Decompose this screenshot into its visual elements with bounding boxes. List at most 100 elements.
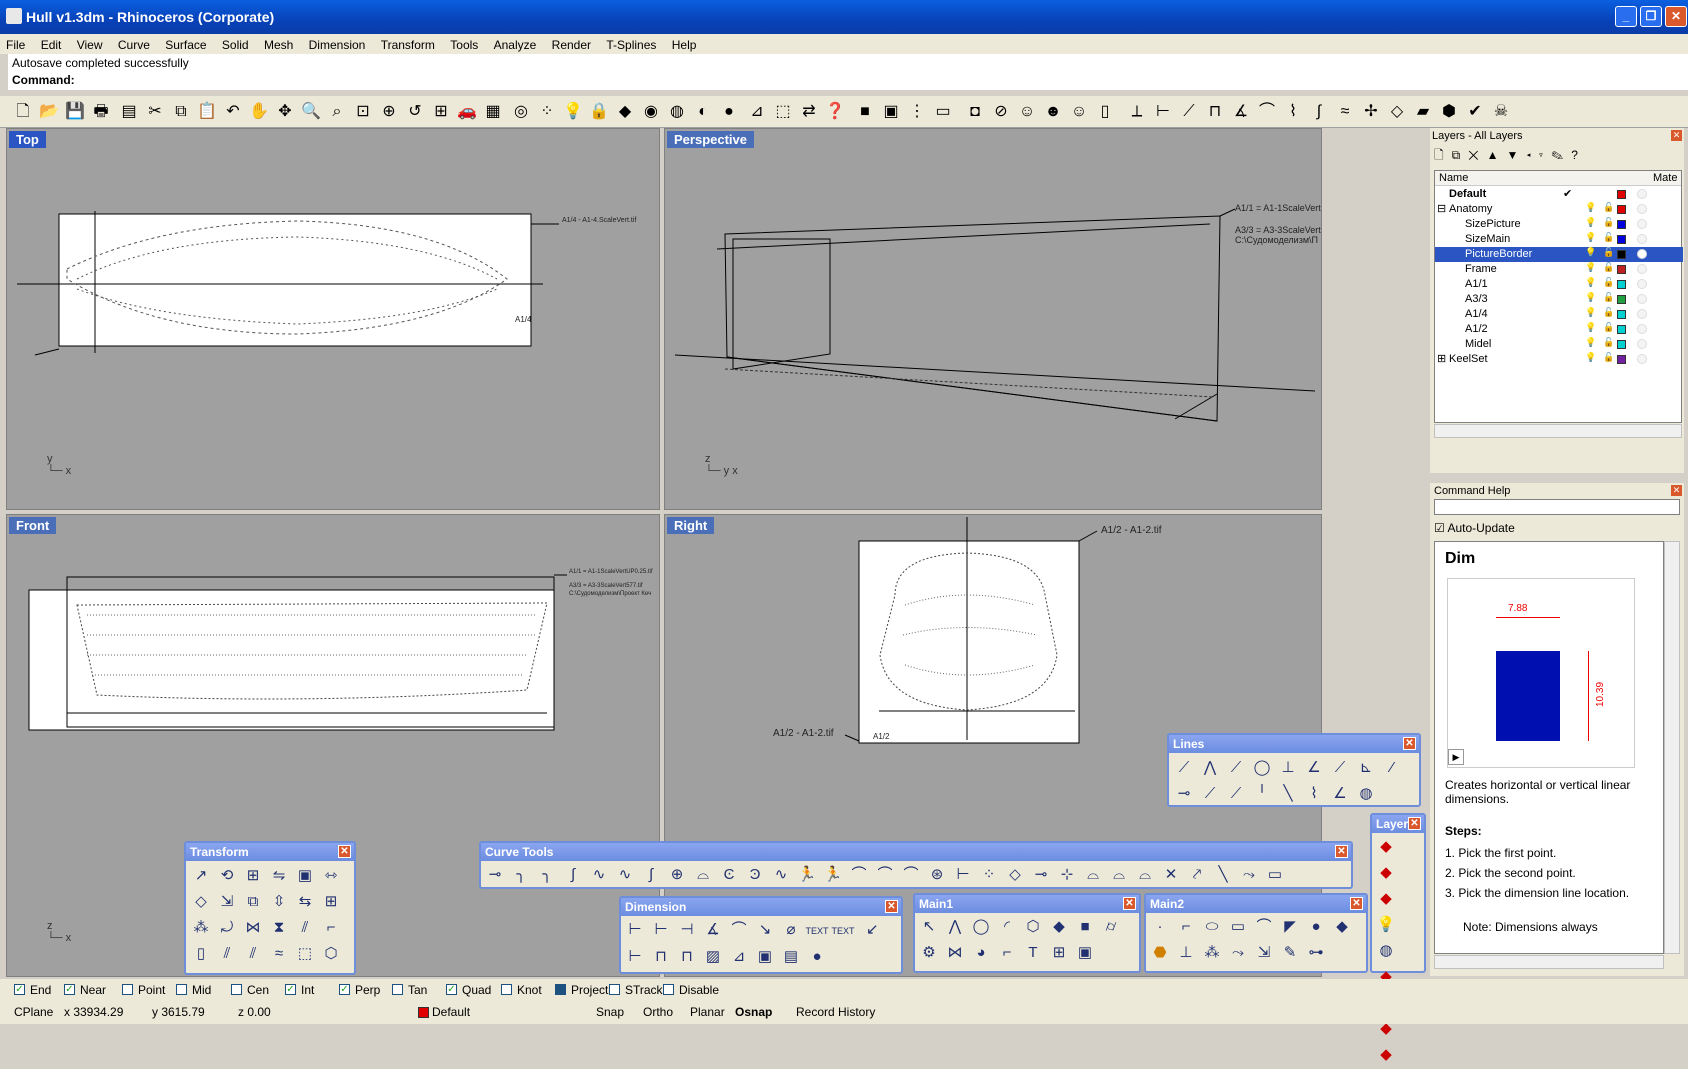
osnap-toggle[interactable]: Osnap <box>735 1005 772 1019</box>
layer-color-swatch[interactable] <box>1617 235 1626 244</box>
rectangle-icon[interactable]: ▭ <box>1225 914 1251 940</box>
curve-interp-icon[interactable]: ⌒ <box>1251 914 1277 940</box>
rebuild-icon[interactable]: ∿ <box>768 862 794 888</box>
point-line-icon[interactable]: ╵ <box>1249 781 1275 807</box>
angle-icon[interactable]: ∡ <box>1230 101 1252 123</box>
layer-visible-icon[interactable]: 💡 <box>1585 202 1596 213</box>
layer-visible-icon[interactable]: 💡 <box>1585 217 1596 228</box>
text-icon[interactable]: TEXT <box>804 918 830 944</box>
dim-baseline-icon[interactable]: ⊓ <box>648 944 674 970</box>
copy-icon[interactable]: ⧉ <box>240 889 266 915</box>
edit-icon[interactable]: ✎ <box>1277 940 1303 966</box>
osnap-mid-checkbox[interactable] <box>176 984 187 995</box>
dim-linear-icon[interactable]: ⊢ <box>622 917 648 943</box>
sweep-icon[interactable]: ⌐ <box>994 940 1020 966</box>
check-icon[interactable]: ✔ <box>1464 101 1486 123</box>
align-icon[interactable]: ⇆ <box>292 889 318 915</box>
layers-hscrollbar[interactable] <box>1434 424 1682 438</box>
command-help-search[interactable] <box>1434 499 1680 515</box>
save-icon[interactable]: 💾 <box>64 101 86 123</box>
layer-row[interactable]: A1/2 💡 🔓 <box>1435 322 1683 337</box>
fair-icon[interactable]: ⌒ <box>898 862 924 888</box>
box3d-icon[interactable]: ⬢ <box>1438 101 1460 123</box>
cylinder-icon[interactable]: ⌭ <box>1098 914 1124 940</box>
chamfer-icon[interactable]: ╮ <box>534 862 560 888</box>
line-icon[interactable]: ⟋ <box>1178 101 1200 123</box>
polar-array-icon[interactable]: ⁂ <box>188 915 214 941</box>
rotate-view-icon[interactable]: ✥ <box>274 101 296 123</box>
scale-icon[interactable]: ⇲ <box>1251 940 1277 966</box>
plane-surface-icon[interactable]: ◆ <box>1329 914 1355 940</box>
grid-icon[interactable]: ▦ <box>482 101 504 123</box>
menu-render[interactable]: Render <box>546 34 597 52</box>
curve-tools-close-icon[interactable]: ✕ <box>1335 845 1348 858</box>
layer-lock-icon[interactable]: 🔓 <box>1603 202 1614 213</box>
layer-set-icon[interactable]: ◆ <box>1373 834 1399 860</box>
diagonal-icon[interactable]: ╲ <box>1275 781 1301 807</box>
arc-icon[interactable]: ◜ <box>994 914 1020 940</box>
face2-icon[interactable]: ☻ <box>1042 101 1064 123</box>
layer-color-swatch[interactable] <box>1617 295 1626 304</box>
layer-visible-icon[interactable]: 💡 <box>1585 322 1596 333</box>
viewport-top[interactable]: Top A1/4 - A1-4.ScaleVert.tif A1/4 y └─ x <box>6 128 660 510</box>
menu-tools[interactable]: Tools <box>444 34 484 52</box>
dim-diameter-icon[interactable]: ⌀ <box>778 917 804 943</box>
split-icon[interactable]: ⬣ <box>1147 940 1173 966</box>
scale-icon[interactable]: ⇲ <box>214 889 240 915</box>
layer-color-swatch[interactable] <box>1617 220 1626 229</box>
angled-line-icon[interactable]: ⟋ <box>1327 755 1353 781</box>
curve-line-icon[interactable]: ∠ <box>1327 781 1353 807</box>
crv-seam-icon[interactable]: ⌓ <box>1080 862 1106 888</box>
dim-arc-icon[interactable]: ⌒ <box>726 917 752 943</box>
layer-visible-icon[interactable]: 💡 <box>1585 232 1596 243</box>
osnap-quad-checkbox[interactable]: ✓ <box>446 984 457 995</box>
layer-visible-icon[interactable]: 💡 <box>1585 292 1596 303</box>
layer-row[interactable]: Frame 💡 🔓 <box>1435 262 1683 277</box>
fit-icon[interactable]: ⌒ <box>846 862 872 888</box>
layer-row[interactable]: Default ✔ <box>1435 187 1683 202</box>
rainbow-icon[interactable]: ▰ <box>1412 101 1434 123</box>
layer-material-icon[interactable] <box>1637 339 1647 349</box>
layer-material-icon[interactable] <box>1637 279 1647 289</box>
ortho-toggle[interactable]: Ortho <box>643 1005 673 1019</box>
move-icon[interactable]: ↗ <box>188 863 214 889</box>
box-icon[interactable]: ▣ <box>292 863 318 889</box>
dim-angle-icon[interactable]: ∡ <box>700 917 726 943</box>
layer-visible-icon[interactable]: 💡 <box>1585 307 1596 318</box>
layer-material-icon[interactable] <box>1637 249 1647 259</box>
current-layer[interactable]: Default <box>432 1005 470 1019</box>
osnap-point-checkbox[interactable] <box>122 984 133 995</box>
layer-material-icon[interactable] <box>1637 309 1647 319</box>
text-block-icon[interactable]: TEXT <box>830 918 856 944</box>
cagebox-icon[interactable]: ⬡ <box>318 941 344 967</box>
menu-transform[interactable]: Transform <box>375 34 441 52</box>
cage-icon[interactable]: ⬚ <box>292 941 318 967</box>
snap-toggle[interactable]: Snap <box>596 1005 624 1019</box>
layer-visible-icon[interactable]: 💡 <box>1585 337 1596 348</box>
record-history-toggle[interactable]: Record History <box>796 1005 875 1019</box>
light-icon[interactable]: 💡 <box>562 101 584 123</box>
select-icon[interactable]: ⊿ <box>746 101 768 123</box>
ellipse-icon[interactable]: ⬭ <box>1199 914 1225 940</box>
convert-icon[interactable]: ⤳ <box>1236 862 1262 888</box>
dim-radius-icon[interactable]: ↘ <box>752 917 778 943</box>
copy-icon[interactable]: ⧉ <box>170 101 192 123</box>
car-icon[interactable]: 🚗 <box>456 101 478 123</box>
layer-lock-icon[interactable]: 🔓 <box>1603 322 1614 333</box>
tangent-line-icon[interactable]: ◯ <box>1249 755 1275 781</box>
osnap-strack-checkbox[interactable] <box>609 984 620 995</box>
radius-icon[interactable]: ⌒ <box>1256 101 1278 123</box>
mirror-icon[interactable]: ⇋ <box>266 863 292 889</box>
solid-icon[interactable]: ■ <box>1072 914 1098 940</box>
box-icon[interactable]: ■ <box>854 101 876 123</box>
layer-row[interactable]: A1/1 💡 🔓 <box>1435 277 1683 292</box>
open-icon[interactable]: 📂 <box>38 101 60 123</box>
layer-close-icon[interactable]: ✕ <box>1408 817 1421 830</box>
crv-end-icon[interactable]: ⌓ <box>1132 862 1158 888</box>
osnap-end-checkbox[interactable]: ✓ <box>14 984 25 995</box>
four-viewports-icon[interactable]: ⊞ <box>430 101 452 123</box>
sphere-icon[interactable]: ● <box>1303 914 1329 940</box>
select-arrow-icon[interactable]: ↖ <box>916 914 942 940</box>
circle-icon[interactable]: ◯ <box>968 914 994 940</box>
layer-print-icon[interactable]: ◆ <box>1373 1042 1399 1068</box>
